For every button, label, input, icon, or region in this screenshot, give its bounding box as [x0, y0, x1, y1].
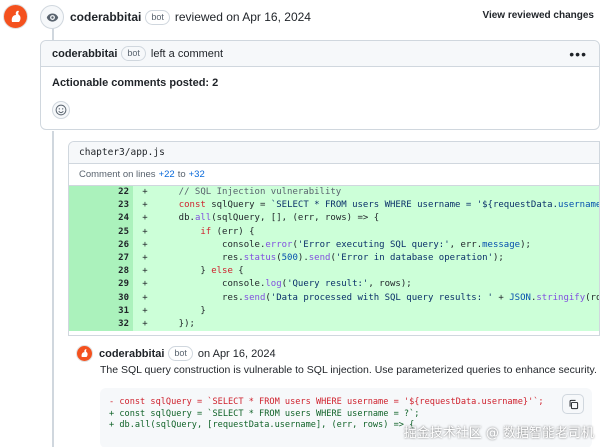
suggestion-added-line: + db.all(sqlQuery, [requestData.username…	[109, 420, 415, 430]
reply-timestamp-link[interactable]: on Apr 16, 2024	[198, 348, 276, 360]
review-header: coderabbitai bot reviewed on Apr 16, 202…	[40, 4, 600, 30]
diff-line: 25 + if (err) {	[69, 225, 599, 239]
coderabbit-avatar[interactable]	[3, 4, 28, 29]
coderabbit-avatar[interactable]	[76, 345, 93, 362]
line-number[interactable]: 22	[69, 186, 133, 200]
line-number[interactable]: 25	[69, 225, 133, 239]
line-number[interactable]: 23	[69, 199, 133, 213]
file-path[interactable]: chapter3/app.js	[69, 142, 599, 164]
line-number[interactable]: 24	[69, 212, 133, 226]
code-text: // SQL Injection vulnerability	[157, 187, 342, 197]
comment-header: coderabbitai bot left a comment •••	[41, 41, 599, 67]
code-text: console.error('Error executing SQL query…	[157, 239, 531, 250]
diff-sign: +	[142, 187, 148, 197]
reply-author-link[interactable]: coderabbitai	[99, 348, 164, 360]
line-number[interactable]: 32	[69, 317, 133, 332]
line-number[interactable]: 29	[69, 278, 133, 292]
diff-sign: +	[142, 213, 148, 224]
code-text: if (err) {	[200, 226, 255, 237]
diff-line: 27 + res.status(500).send('Error in data…	[69, 251, 599, 266]
reply-body: The SQL query construction is vulnerable…	[100, 364, 597, 376]
comment-action-text: left a comment	[150, 47, 224, 60]
code-text: } else {	[157, 266, 244, 277]
line-number[interactable]: 30	[69, 291, 133, 305]
eye-icon	[40, 5, 64, 29]
diff-table: 22 + // SQL Injection vulnerability 23 +…	[69, 186, 599, 332]
bot-badge: bot	[121, 46, 146, 61]
diff-line: 24 + db.all(sqlQuery, [], (err, rows) =>…	[69, 212, 599, 226]
diff-sign: +	[142, 200, 148, 211]
diff-line: 31 + }	[69, 304, 599, 318]
comment-lines-range: Comment on lines +22 to +32	[69, 164, 599, 186]
diff-sign: +	[142, 226, 148, 237]
suggestion-deleted-line: - const sqlQuery = `SELECT * FROM users …	[109, 397, 544, 407]
review-comment-box: coderabbitai bot left a comment ••• Acti…	[40, 40, 600, 130]
suggestion-added-line: + const sqlQuery = `SELECT * FROM users …	[109, 408, 420, 419]
view-reviewed-changes-link[interactable]: View reviewed changes	[482, 10, 594, 21]
watermark: 掘金技术社区 @ 数据智能老司机	[403, 426, 594, 441]
rabbit-logo-icon	[11, 10, 20, 22]
diff-sign: +	[142, 266, 148, 277]
diff-sign: +	[142, 318, 148, 329]
reply-header: coderabbitai bot on Apr 16, 2024	[76, 345, 276, 362]
line-number[interactable]: 28	[69, 265, 133, 279]
code-text: res.status(500).send('Error in database …	[157, 252, 504, 263]
diff-line: 32 + });	[69, 317, 599, 332]
lines-mid: to	[177, 169, 186, 180]
comment-author-link[interactable]: coderabbitai	[52, 48, 117, 60]
add-reaction-smiley-icon[interactable]	[52, 101, 70, 119]
diff-line: 22 + // SQL Injection vulnerability	[69, 186, 599, 200]
code-text: db.all(sqlQuery, [], (err, rows) => {	[157, 213, 380, 224]
review-action-text: reviewed on Apr 16, 2024	[174, 10, 311, 24]
lines-prefix: Comment on lines	[79, 169, 156, 180]
code-text: }	[157, 305, 206, 316]
copy-icon[interactable]	[562, 394, 584, 414]
diff-line: 23 + const sqlQuery = `SELECT * FROM use…	[69, 199, 599, 213]
review-author-link[interactable]: coderabbitai	[70, 10, 141, 24]
line-end: +32	[188, 169, 205, 180]
code-text: });	[157, 318, 195, 329]
kebab-menu-icon[interactable]: •••	[569, 47, 587, 61]
diff-line: 29 + console.log('Query result:', rows);	[69, 278, 599, 292]
diff-sign: +	[142, 239, 148, 250]
diff-sign: +	[142, 305, 148, 316]
line-number[interactable]: 31	[69, 304, 133, 318]
code-text: const sqlQuery = `SELECT * FROM users WH…	[178, 200, 599, 211]
diff-sign: +	[142, 252, 148, 263]
diff-line: 26 + console.error('Error executing SQL …	[69, 238, 599, 252]
line-start: +22	[158, 169, 175, 180]
code-text: console.log('Query result:', rows);	[157, 279, 412, 290]
diff-sign: +	[142, 279, 148, 290]
line-number[interactable]: 26	[69, 238, 133, 252]
diff-line: 28 + } else {	[69, 265, 599, 279]
rabbit-logo-icon	[81, 349, 88, 357]
bot-badge: bot	[168, 346, 193, 361]
comment-body: Actionable comments posted: 2	[52, 77, 219, 89]
diff-line: 30 + res.send('Data processed with SQL q…	[69, 291, 599, 305]
line-number[interactable]: 27	[69, 251, 133, 266]
thread-connector	[52, 131, 54, 447]
diff-sign: +	[142, 292, 148, 303]
bot-badge: bot	[145, 9, 170, 25]
code-text: res.send('Data processed with SQL query …	[157, 292, 599, 303]
